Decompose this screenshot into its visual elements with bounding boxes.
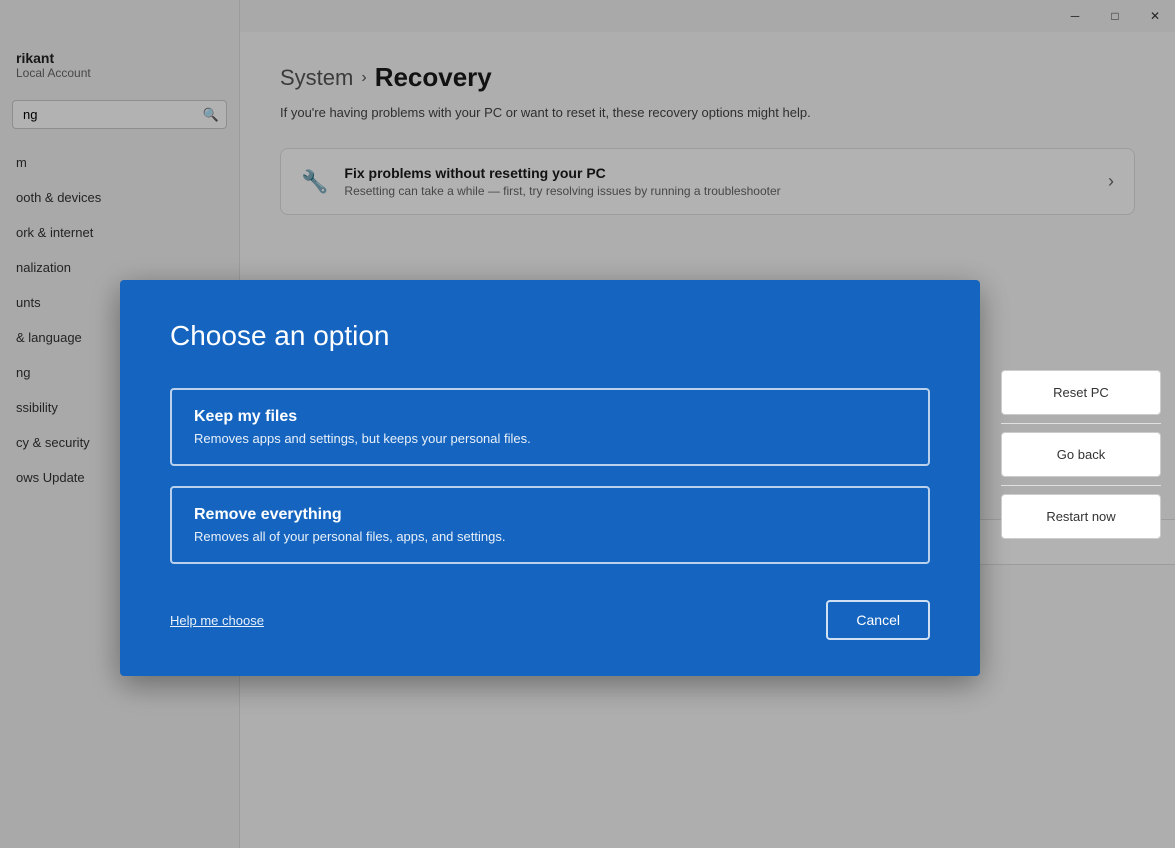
cancel-button[interactable]: Cancel <box>826 600 930 640</box>
action-buttons-panel: Reset PC Go back Restart now <box>1001 370 1161 539</box>
remove-everything-title: Remove everything <box>194 506 906 524</box>
divider-2 <box>1001 485 1161 486</box>
go-back-button[interactable]: Go back <box>1001 432 1161 477</box>
divider <box>1001 423 1161 424</box>
choose-option-modal: Choose an option Keep my files Removes a… <box>120 280 980 676</box>
modal-overlay: Choose an option Keep my files Removes a… <box>0 0 1175 848</box>
help-me-choose-link[interactable]: Help me choose <box>170 613 264 628</box>
remove-everything-desc: Removes all of your personal files, apps… <box>194 529 906 544</box>
modal-title: Choose an option <box>170 320 930 352</box>
keep-files-option[interactable]: Keep my files Removes apps and settings,… <box>170 388 930 466</box>
reset-pc-button[interactable]: Reset PC <box>1001 370 1161 415</box>
restart-now-button[interactable]: Restart now <box>1001 494 1161 539</box>
modal-footer: Help me choose Cancel <box>170 600 930 640</box>
remove-everything-option[interactable]: Remove everything Removes all of your pe… <box>170 486 930 564</box>
keep-files-desc: Removes apps and settings, but keeps you… <box>194 431 906 446</box>
keep-files-title: Keep my files <box>194 408 906 426</box>
